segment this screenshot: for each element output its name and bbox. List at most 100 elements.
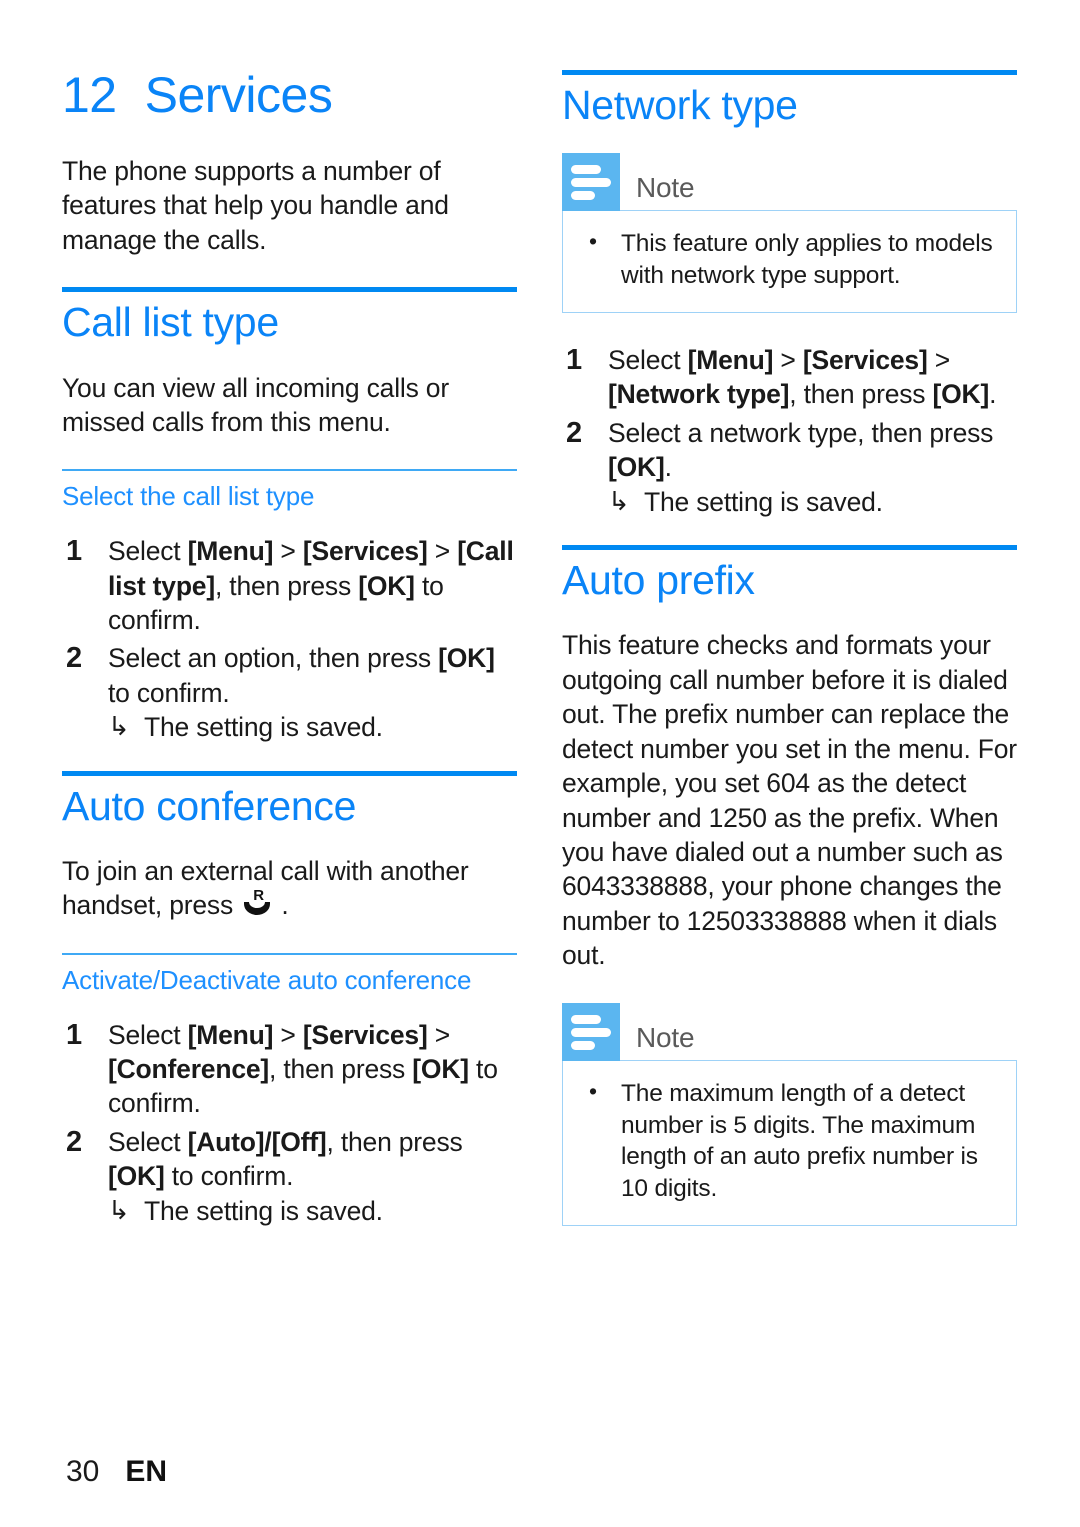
step-result-text: The setting is saved. [144,1195,383,1226]
step-text: > [273,1019,303,1050]
chapter-title: 12 Services [62,70,517,120]
step-item: 2 Select an option, then press [OK] to co… [62,641,517,744]
step-text: Select an option, then press [108,643,439,674]
section-heading-call-list-type: Call list type [62,299,279,346]
step-text: > [773,344,803,375]
step-result-text: The setting is saved. [144,712,383,743]
note-label: Note [636,172,695,204]
menu-token: [Network type] [608,379,790,410]
note-list-item: The maximum length of a detect number is… [583,1077,996,1205]
manual-page: 12 Services The phone supports a number … [0,0,1080,1527]
note-box-network-type: Note This feature only applies to models… [562,153,1017,313]
step-text: Select a network type, then press [608,417,994,448]
step-text: , then press [789,379,933,410]
step-text: > [273,536,303,567]
step-text: > [427,1019,451,1050]
note-icon-bar [571,191,595,201]
step-text: . [989,379,997,410]
menu-token: [OK] [412,1054,469,1084]
auto-conference-intro-text-b: . [274,890,289,921]
step-number: 2 [566,416,583,449]
note-icon-bar [571,1014,601,1024]
menu-token: [Services] [802,344,928,375]
note-header: Note [562,1002,1017,1061]
menu-token: [OK] [438,643,495,674]
page-footer: 30 EN [66,1455,167,1489]
menu-token: [OK] [108,1161,165,1192]
section-heading-auto-prefix: Auto prefix [562,557,755,604]
menu-token: [OK] [358,570,415,601]
steps-select-call-list-type: 1 Select [Menu] > [Services] > [Call list… [62,534,517,745]
step-number: 1 [66,1018,83,1051]
step-result: ↳ The setting is saved. [108,710,517,744]
menu-token: [Auto]/[Off] [187,1126,327,1157]
page-number: 30 [66,1455,100,1488]
section-heading-auto-conference: Auto conference [62,782,357,829]
section-rule [562,70,1017,75]
chapter-title-text: Services [144,67,333,123]
menu-token: [Menu] [187,1019,274,1050]
subheading-select-call-list-type: Select the call list type [62,481,315,512]
chapter-intro: The phone supports a number of features … [62,156,449,255]
result-arrow-icon: ↳ [108,1194,130,1225]
menu-token: [OK] [608,452,665,483]
step-number: 2 [66,642,83,675]
step-text: , then press [214,570,359,601]
step-item: 2 Select a network type, then press [OK].… [562,416,1017,519]
step-number: 2 [66,1125,83,1158]
step-text: Select [108,1126,188,1157]
two-column-layout: 12 Services The phone supports a number … [62,70,1025,1256]
step-number: 1 [566,343,583,376]
recall-key-bowl [244,901,271,916]
menu-token: [Conference] [108,1054,270,1084]
note-body: The maximum length of a detect number is… [562,1059,1017,1227]
right-column: Network type Note This feature only appl… [562,70,1017,1256]
note-body: This feature only applies to models with… [562,210,1017,313]
step-number: 1 [66,535,83,568]
steps-network-type: 1 Select [Menu] > [Services] > [Network t… [562,343,1017,519]
note-list: This feature only applies to models with… [583,227,996,292]
step-text: > [427,536,458,567]
step-item: 1 Select [Menu] > [Services] > [Conferenc… [62,1018,517,1121]
language-code: EN [125,1455,168,1488]
section-rule [62,287,517,293]
subheading-activate-deactivate-auto-conference: Activate/Deactivate auto conference [62,964,472,995]
note-icon-bar [571,178,611,188]
menu-token: [Menu] [187,536,274,567]
step-item: 2 Select [Auto]/[Off], then press [OK] to… [62,1125,517,1228]
note-icon [562,153,620,212]
note-header: Note [562,153,1017,212]
section-rule [62,770,517,776]
note-label: Note [636,1021,695,1053]
chapter-number: 12 [62,67,117,123]
note-icon [562,1002,620,1061]
menu-token: [Services] [302,536,428,567]
menu-token: [OK] [932,379,990,410]
subsection-rule [62,952,517,955]
note-icon-bar [571,1040,595,1050]
section-heading-network-type: Network type [562,82,798,128]
step-result-text: The setting is saved. [644,486,883,517]
step-text: to confirm. [108,677,230,708]
step-text: . [664,452,672,483]
subsection-rule [62,469,517,472]
step-text: to confirm. [164,1161,294,1192]
auto-prefix-body: This feature checks and formats your out… [562,630,1017,971]
step-text: Select [108,1019,188,1050]
menu-token: [Menu] [687,344,774,375]
call-list-type-intro: You can view all incoming calls or misse… [62,372,449,438]
step-text: > [927,344,951,375]
step-item: 1 Select [Menu] > [Services] > [Call list… [62,534,517,637]
recall-key-icon: R [242,888,272,918]
step-text: Select [608,344,688,375]
result-arrow-icon: ↳ [608,485,630,516]
note-box-auto-prefix: Note The maximum length of a detect numb… [562,1002,1017,1227]
auto-conference-intro: To join an external call with another ha… [62,854,517,923]
note-icon-bar [571,165,601,175]
menu-token: [Services] [302,1019,428,1050]
note-list: The maximum length of a detect number is… [583,1077,996,1205]
step-result: ↳ The setting is saved. [608,485,1017,519]
step-text: Select [108,536,188,567]
step-text: , then press [269,1054,413,1084]
note-icon-bar [571,1027,611,1037]
